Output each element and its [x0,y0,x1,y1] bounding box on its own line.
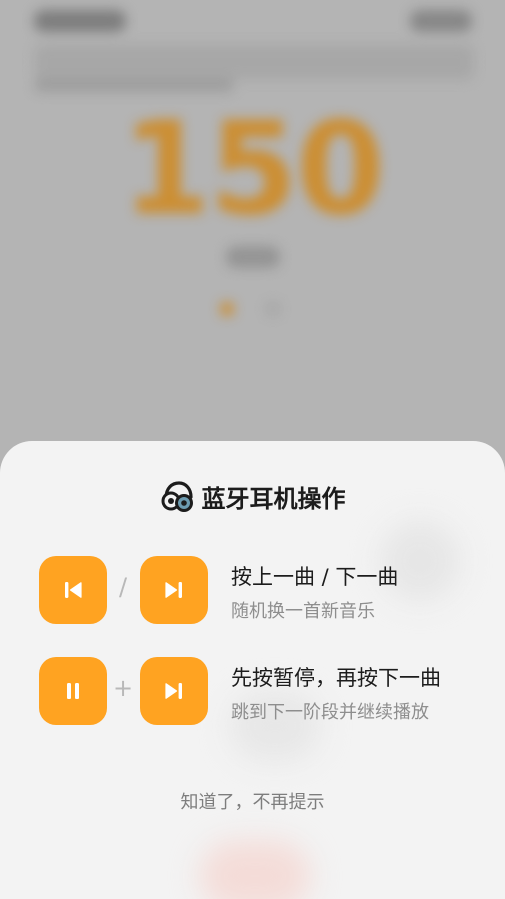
pause-icon [67,683,79,699]
dismiss-button[interactable]: 知道了，不再提示 [0,788,505,814]
next-track-icon [165,582,182,598]
sheet-backdrop-shape [200,841,310,899]
tip-subtitle-next-stage: 跳到下一阶段并继续播放 [231,702,429,723]
tip-title-next-stage: 先按暂停，再按下一曲 [231,666,441,690]
next-track-button [140,657,208,725]
next-track-icon [165,683,182,699]
sheet-title: 蓝牙耳机操作 [201,484,346,513]
or-separator: / [118,573,128,601]
sheet-header: 蓝牙耳机操作 [0,479,505,513]
next-track-button [140,556,208,624]
app-screen: 150 蓝牙耳机操作 / 按上一曲 / 下一曲 随机换一首新音乐 + 先按暂停，… [0,0,505,899]
headphones-icon [161,481,193,512]
tip-subtitle-skip: 随机换一首新音乐 [231,601,375,622]
pause-button [39,657,107,725]
then-separator: + [112,674,134,702]
bluetooth-tips-sheet: 蓝牙耳机操作 / 按上一曲 / 下一曲 随机换一首新音乐 + 先按暂停，再按下一… [0,441,505,899]
previous-track-button [39,556,107,624]
previous-track-icon [65,582,82,598]
tip-title-skip: 按上一曲 / 下一曲 [231,565,399,589]
